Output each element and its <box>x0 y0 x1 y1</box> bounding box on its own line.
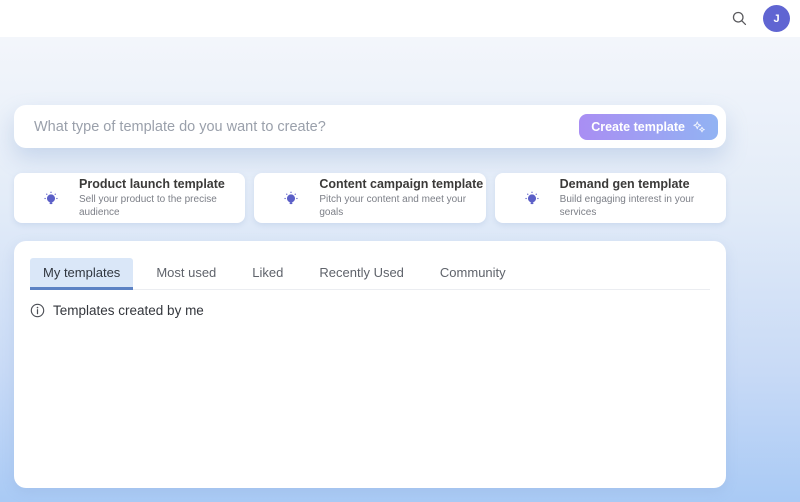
create-template-button[interactable]: Create template <box>579 113 718 140</box>
card-title: Content campaign template <box>319 176 484 191</box>
tab-community[interactable]: Community <box>427 258 519 289</box>
suggestion-card-product-launch[interactable]: Product launch template Sell your produc… <box>14 173 246 223</box>
lightbulb-icon <box>280 187 302 209</box>
suggestion-card-demand-gen[interactable]: Demand gen template Build engaging inter… <box>494 173 726 223</box>
suggestion-cards-row: Product launch template Sell your produc… <box>14 173 726 223</box>
card-title: Demand gen template <box>559 176 690 191</box>
templates-panel: My templates Most used Liked Recently Us… <box>14 241 726 488</box>
suggestion-card-content-campaign[interactable]: Content campaign template Pitch your con… <box>254 173 486 223</box>
tab-recently-used[interactable]: Recently Used <box>306 258 417 289</box>
top-bar: J <box>0 0 800 37</box>
card-subtitle: Sell your product to the precise audienc… <box>79 194 217 219</box>
card-subtitle: Pitch your content and meet your goals <box>319 194 467 219</box>
empty-state-row: Templates created by me <box>30 303 710 318</box>
template-prompt-input[interactable] <box>34 118 580 135</box>
create-template-label: Create template <box>591 119 685 134</box>
tab-liked[interactable]: Liked <box>239 258 296 289</box>
card-text: Demand gen template Build engaging inter… <box>560 177 726 220</box>
lightbulb-icon <box>40 187 62 209</box>
card-text: Product launch template Sell your produc… <box>79 177 245 220</box>
card-title: Product launch template <box>79 176 225 191</box>
tab-my-templates[interactable]: My templates <box>30 258 134 290</box>
sparkles-icon <box>692 120 706 134</box>
card-subtitle: Build engaging interest in your services <box>559 194 695 219</box>
templates-tabs: My templates Most used Liked Recently Us… <box>30 258 710 290</box>
main-content: Create template <box>0 37 800 502</box>
card-text: Content campaign template Pitch your con… <box>319 177 485 220</box>
template-composer-bar: Create template <box>14 105 726 148</box>
info-icon <box>30 303 45 318</box>
content-container: Create template <box>14 37 726 488</box>
lightbulb-icon <box>521 187 543 209</box>
tab-most-used[interactable]: Most used <box>143 258 229 289</box>
search-icon[interactable] <box>727 7 751 31</box>
avatar[interactable]: J <box>763 5 790 32</box>
empty-state-message: Templates created by me <box>53 303 204 318</box>
